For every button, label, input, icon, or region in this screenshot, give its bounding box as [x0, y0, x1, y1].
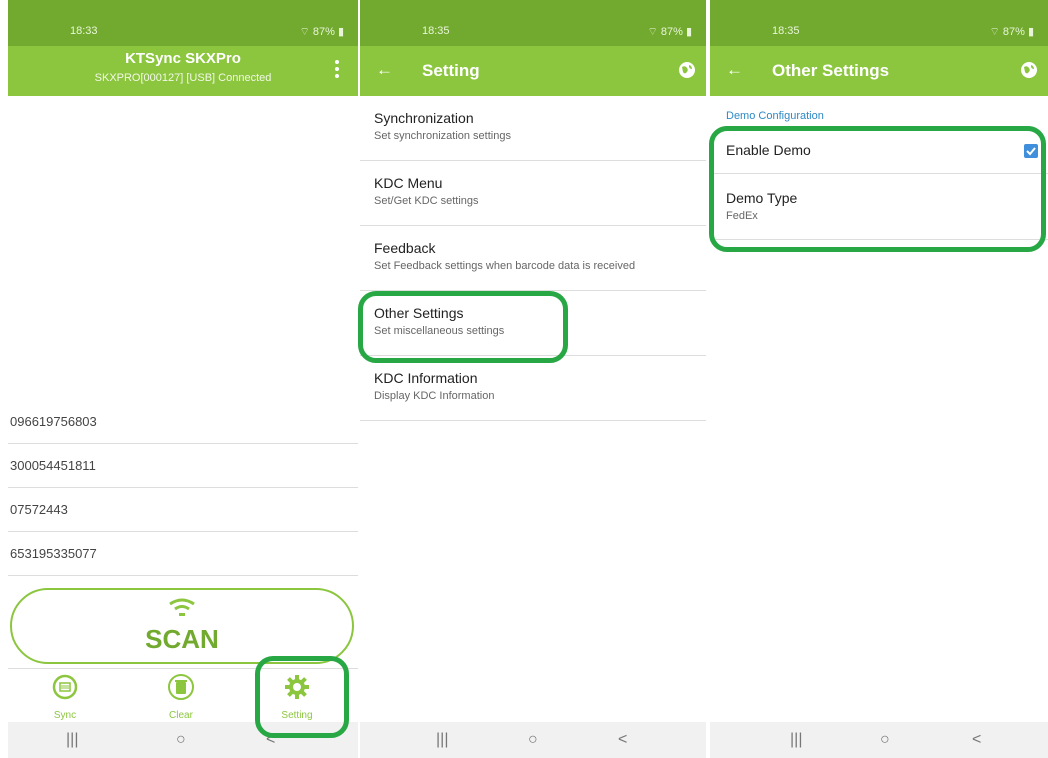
signal-battery-indicator: ⌔ 87% ▮ [989, 26, 1034, 38]
connection-status: SKXPRO[000127] [USB] Connected [94, 72, 272, 84]
setting-subtitle: Set/Get KDC settings [374, 195, 479, 207]
demo-type-value: FedEx [726, 210, 758, 222]
checkmark-icon [1026, 147, 1036, 156]
setting-item-kdc-information[interactable]: KDC Information Display KDC Information [360, 356, 706, 421]
setting-subtitle: Display KDC Information [374, 390, 495, 402]
setting-subtitle: Set miscellaneous settings [374, 325, 505, 337]
globe-icon[interactable] [678, 61, 696, 79]
recent-apps-button[interactable]: ||| [66, 731, 78, 749]
status-time: 18:33 [70, 25, 98, 37]
recent-apps-button[interactable]: ||| [436, 731, 448, 749]
app-title: KTSync SKXPro [125, 50, 241, 67]
settings-list: Synchronization Set synchronization sett… [360, 96, 706, 421]
scan-label: SCAN [145, 624, 219, 654]
wireless-icon [169, 598, 195, 616]
status-time: 18:35 [772, 25, 800, 37]
nav-sync[interactable]: Sync [30, 673, 100, 721]
enable-demo-checkbox[interactable] [1024, 144, 1038, 158]
home-button[interactable]: ○ [528, 731, 538, 749]
back-button[interactable]: < [972, 731, 981, 749]
nav-setting-label: Setting [281, 710, 313, 721]
demo-type-preference[interactable]: Demo Type FedEx [710, 176, 1048, 240]
setting-title: Feedback [374, 240, 436, 256]
nav-sync-label: Sync [53, 710, 77, 721]
enable-demo-label: Enable Demo [726, 142, 811, 158]
phone-main-screen: 18:33 ⌔ 87% ▮ KTSync SKXPro SKXPRO[00012… [8, 0, 358, 758]
system-nav-bar: ||| ○ < [8, 722, 358, 758]
trash-icon [168, 674, 194, 700]
signal-battery-indicator: ⌔ 87% ▮ [647, 26, 692, 38]
bottom-nav: Sync Clear Setting [8, 668, 358, 721]
nav-clear-label: Clear [169, 710, 193, 721]
barcode-row[interactable]: 07572443 [8, 488, 358, 532]
setting-item-kdc-menu[interactable]: KDC Menu Set/Get KDC settings [360, 161, 706, 226]
status-bar: 18:33 ⌔ 87% ▮ [8, 0, 358, 46]
nav-clear[interactable]: Clear [146, 673, 216, 721]
wifi-signal-icon: ⌔ [299, 26, 313, 38]
sync-icon [52, 674, 78, 700]
back-button[interactable]: < [618, 731, 627, 749]
setting-subtitle: Set Feedback settings when barcode data … [374, 260, 636, 272]
phone-setting-screen: 18:35 ⌔ 87% ▮ ← Setting Synchronization … [360, 0, 706, 758]
demo-type-label: Demo Type [726, 190, 798, 206]
screen-title: Other Settings [772, 61, 890, 80]
setting-item-feedback[interactable]: Feedback Set Feedback settings when barc… [360, 226, 706, 291]
setting-title: Synchronization [374, 110, 474, 126]
globe-icon[interactable] [1020, 61, 1038, 79]
wifi-signal-icon: ⌔ [647, 26, 661, 38]
overflow-menu-icon[interactable] [334, 60, 340, 80]
home-button[interactable]: ○ [176, 731, 186, 749]
setting-item-synchronization[interactable]: Synchronization Set synchronization sett… [360, 96, 706, 161]
phone-other-settings-screen: 18:35 ⌔ 87% ▮ ← Other Settings Demo Conf… [710, 0, 1048, 758]
category-header: Demo Configuration [726, 110, 824, 122]
back-arrow-icon[interactable]: ← [376, 60, 393, 80]
status-bar: 18:35 ⌔ 87% ▮ [360, 0, 706, 46]
battery-level: 87% [312, 26, 335, 38]
system-nav-bar: ||| ○ < [710, 722, 1048, 758]
back-button[interactable]: < [266, 731, 275, 749]
battery-level: 87% [660, 26, 683, 38]
setting-item-other-settings[interactable]: Other Settings Set miscellaneous setting… [360, 291, 706, 356]
enable-demo-preference[interactable]: Enable Demo [710, 130, 1048, 174]
setting-subtitle: Set synchronization settings [374, 130, 511, 142]
setting-title: KDC Menu [374, 175, 443, 191]
signal-battery-indicator: ⌔ 87% ▮ [299, 26, 344, 38]
screen-title: Setting [422, 61, 480, 80]
setting-title: KDC Information [374, 370, 478, 386]
recent-apps-button[interactable]: ||| [790, 731, 802, 749]
app-bar: ← Other Settings [710, 46, 1048, 96]
status-bar: 18:35 ⌔ 87% ▮ [710, 0, 1048, 46]
gear-icon [285, 675, 309, 699]
wifi-signal-icon: ⌔ [989, 26, 1003, 38]
status-time: 18:35 [422, 25, 450, 37]
barcode-row[interactable]: 300054451811 [8, 444, 358, 488]
system-nav-bar: ||| ○ < [360, 722, 706, 758]
back-arrow-icon[interactable]: ← [726, 60, 743, 80]
nav-setting[interactable]: Setting [262, 673, 332, 721]
barcode-row[interactable]: 096619756803 [8, 400, 358, 444]
home-button[interactable]: ○ [880, 731, 890, 749]
barcode-row[interactable]: 653195335077 [8, 532, 358, 576]
setting-title: Other Settings [374, 305, 464, 321]
app-bar: ← Setting [360, 46, 706, 96]
barcode-list: 096619756803 300054451811 07572443 65319… [8, 400, 358, 576]
scan-button[interactable]: SCAN [10, 588, 354, 664]
battery-level: 87% [1002, 26, 1025, 38]
